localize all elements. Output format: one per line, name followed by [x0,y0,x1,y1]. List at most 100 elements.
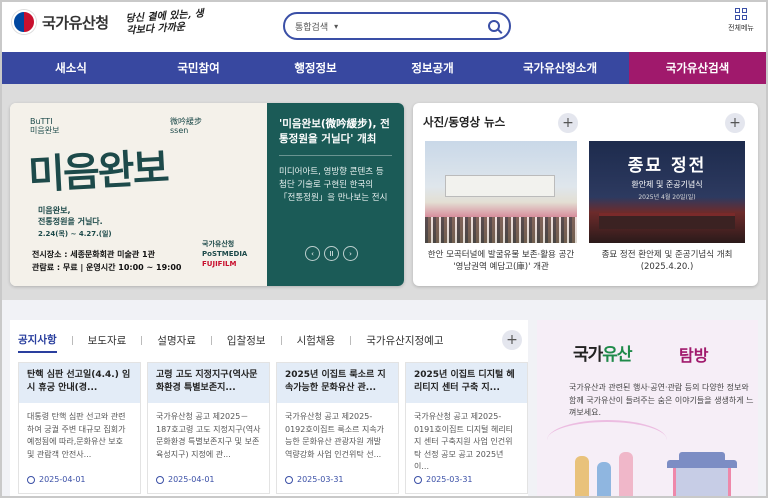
taegeuk-logo-icon [12,10,36,34]
site-logo[interactable]: 국가유산청 [12,10,109,34]
search-icon[interactable] [488,20,500,32]
notice-card[interactable]: 탄핵 심판 선고일(4.4.) 임시 휴궁 안내(경... 대통령 탄핵 심판 … [18,362,141,494]
exhibition-poster[interactable]: BuTTI 미음완보 微吟緩步 ssen 미음완보 미음완보, 전통정원을 거닐… [10,103,267,286]
tab-divider [71,336,73,345]
news-caption-1[interactable]: 한안 모곡터널에 발굴유물 보존·활용 공간 '영남권역 예담고(庫)' 개관 [425,249,577,273]
banner-description: 미디어아트, 영방향 콘텐츠 등 첨단 기술로 구현된 한국의 「전통정원」을 … [279,167,388,203]
photo2-date: 2025년 4월 20일(일) [638,194,696,201]
search-bar[interactable]: 통합검색 ▾ [283,12,511,40]
clock-icon [414,475,422,484]
notice-card[interactable]: 2025년 이집트 디지털 헤리티지 센터 구축 지... 국가유산청 공고 제… [405,362,528,494]
news-more-plus-icon-2[interactable]: + [725,113,745,133]
notice-card-date-text: 2025-03-31 [426,475,473,484]
figure-illustration [619,452,633,496]
next-icon[interactable]: › [343,246,358,261]
tab-divider [210,336,212,345]
poster-logo-fujifilm: FUJIFILM [202,260,237,268]
grid-menu-icon [735,8,747,20]
notice-card[interactable]: 2025년 이집트 룩소르 지속가능한 문화유산 관... 국가유산청 공고 제… [276,362,399,494]
notice-card-title: 2025년 이집트 룩소르 지속가능한 문화유산 관... [277,363,398,403]
poster-title: 미음완보 [27,144,169,199]
search-scope-select[interactable]: 통합검색 ▾ [295,20,338,33]
all-menu-button[interactable]: 전체메뉴 [723,8,759,33]
notice-tabs: 공지사항 보도자료 설명자료 입찰정보 시험채용 국가유산지정예고 [18,328,443,353]
notice-card-title: 고령 고도 지정지구(역사문화환경 특별보존지... [148,363,269,403]
figure-illustration [575,456,589,496]
notice-card-body: 대통령 탄핵 심판 선고와 관련하여 궁궐 주변 대규모 집회가 예정됨에 따라… [27,412,126,459]
heritage-tour-promo[interactable]: 국가유산 탐방 국가유산과 관련된 행사·공연·관람 등의 다양한 정보와 함께… [537,320,758,496]
tab-recruitment[interactable]: 시험채용 [297,329,336,352]
search-scope-label: 통합검색 [295,22,329,33]
poster-date: 2.24(목) ~ 4.27.(일) [38,230,112,238]
photo2-title: 종묘 정전 [627,156,707,176]
promo-illustration [557,428,747,496]
notice-card-title: 2025년 이집트 디지털 헤리티지 센터 구축 지... [406,363,527,403]
poster-logo-heritage: 국가유산청 [202,240,235,248]
tab-bids[interactable]: 입찰정보 [227,329,266,352]
poster-small-text-left: BuTTI 미음완보 [30,117,60,135]
main-nav: 새소식 국민참여 행정정보 정보공개 국가유산청소개 국가유산검색 [2,52,766,84]
poster-venue: 전시장소 : 세종문화회관 미술관 1관 관람료 : 무료 | 운영시간 10:… [32,250,182,272]
notice-card-date-text: 2025-04-01 [39,475,86,484]
promo-description: 국가유산과 관련된 행사·공연·관람 등의 다양한 정보와 함께 국가유산이 들… [569,383,754,417]
banner-controls: ‹ II › [305,246,358,261]
promo-title-accent: 유산 [602,345,632,365]
nav-item-disclosure[interactable]: 정보공개 [374,52,491,84]
clock-icon [285,475,293,484]
promo-title-part1: 국가 [573,345,603,365]
photo-stage [445,175,555,197]
promo-title: 국가유산 [573,340,633,365]
nav-item-heritage-search[interactable]: 국가유산검색 [629,52,766,84]
palace-body [673,468,731,496]
tab-divider [350,336,352,345]
notice-card-date-text: 2025-03-31 [297,475,344,484]
palace-illustration [667,452,737,496]
poster-sponsor-logos: 국가유산청 PoSTMEDIA FUJIFILM [202,239,247,269]
notice-cards: 탄핵 심판 선고일(4.4.) 임시 휴궁 안내(경... 대통령 탄핵 심판 … [18,362,528,494]
news-caption-2[interactable]: 종묘 정전 환안제 및 준공기념식 개최 (2025.4.20.) [589,249,745,273]
tab-explanations[interactable]: 설명자료 [157,329,196,352]
all-menu-label: 전체메뉴 [728,24,754,32]
nav-item-participation[interactable]: 국민참여 [140,52,257,84]
news-section-title: 사진/동영상 뉴스 [423,115,506,129]
tab-designation-notice[interactable]: 국가유산지정예고 [366,329,443,352]
notice-card-date: 2025-04-01 [19,469,140,484]
clock-icon [27,475,35,484]
photo2-roof [599,213,735,229]
notice-card-body: 국가유산청 공고 제2025-0192호이집트 룩소르 지속가능한 문화유산 관… [285,412,385,459]
notice-card-date-text: 2025-04-01 [168,475,215,484]
nav-item-admin-info[interactable]: 행정정보 [257,52,374,84]
notice-card-body: 국가유산청 공고 제2025－187호고령 고도 지정지구(역사문화환경 특별보… [156,412,261,459]
tab-notices[interactable]: 공지사항 [18,328,57,353]
notice-board: 공지사항 보도자료 설명자료 입찰정보 시험채용 국가유산지정예고 + 탄핵 심… [10,320,528,496]
notice-card-date: 2025-04-01 [148,469,269,484]
slogan-calligraphy: 당신 곁에 있는, 생각보다 가까운 [125,8,205,37]
photo-crowd [425,217,577,243]
pause-icon[interactable]: II [324,246,339,261]
notice-more-plus-icon[interactable]: + [502,330,522,350]
news-photo-1[interactable] [425,141,577,243]
tab-divider [141,336,143,345]
palace-roof-top [679,452,725,460]
palace-roof [667,460,737,468]
notice-card-title: 탄핵 심판 선고일(4.4.) 임시 휴궁 안내(경... [19,363,140,403]
news-more-plus-icon[interactable]: + [558,113,578,133]
logo-text: 국가유산청 [42,13,109,32]
photo-video-news: 사진/동영상 뉴스 + + 종묘 정전 환안제 및 준공기념식 2025년 4월… [413,103,758,286]
banner-title[interactable]: '미음완보(微吟緩步), 전통정원을 거닐다' 개최 [279,117,392,156]
prev-icon[interactable]: ‹ [305,246,320,261]
nav-item-news[interactable]: 새소식 [2,52,140,84]
poster-small-text-right: 微吟緩步 ssen [170,117,202,135]
notice-card-date: 2025-03-31 [406,469,527,484]
promo-title-part2: 탐방 [679,346,709,365]
news-photo-2[interactable]: 종묘 정전 환안제 및 준공기념식 2025년 4월 20일(일) [589,141,745,243]
clock-icon [156,475,164,484]
nav-item-about[interactable]: 국가유산청소개 [491,52,629,84]
photo2-subtitle: 환안제 및 준공기념식 [631,180,703,189]
site-header: 국가유산청 당신 곁에 있는, 생각보다 가까운 통합검색 ▾ 전체메뉴 [2,2,766,52]
figure-illustration [597,462,611,496]
poster-logo-postmedia: PoSTMEDIA [202,250,248,258]
poster-subtitle: 미음완보, 전통정원을 거닐다. [38,206,103,226]
notice-card[interactable]: 고령 고도 지정지구(역사문화환경 특별보존지... 국가유산청 공고 제202… [147,362,270,494]
tab-press[interactable]: 보도자료 [88,329,127,352]
